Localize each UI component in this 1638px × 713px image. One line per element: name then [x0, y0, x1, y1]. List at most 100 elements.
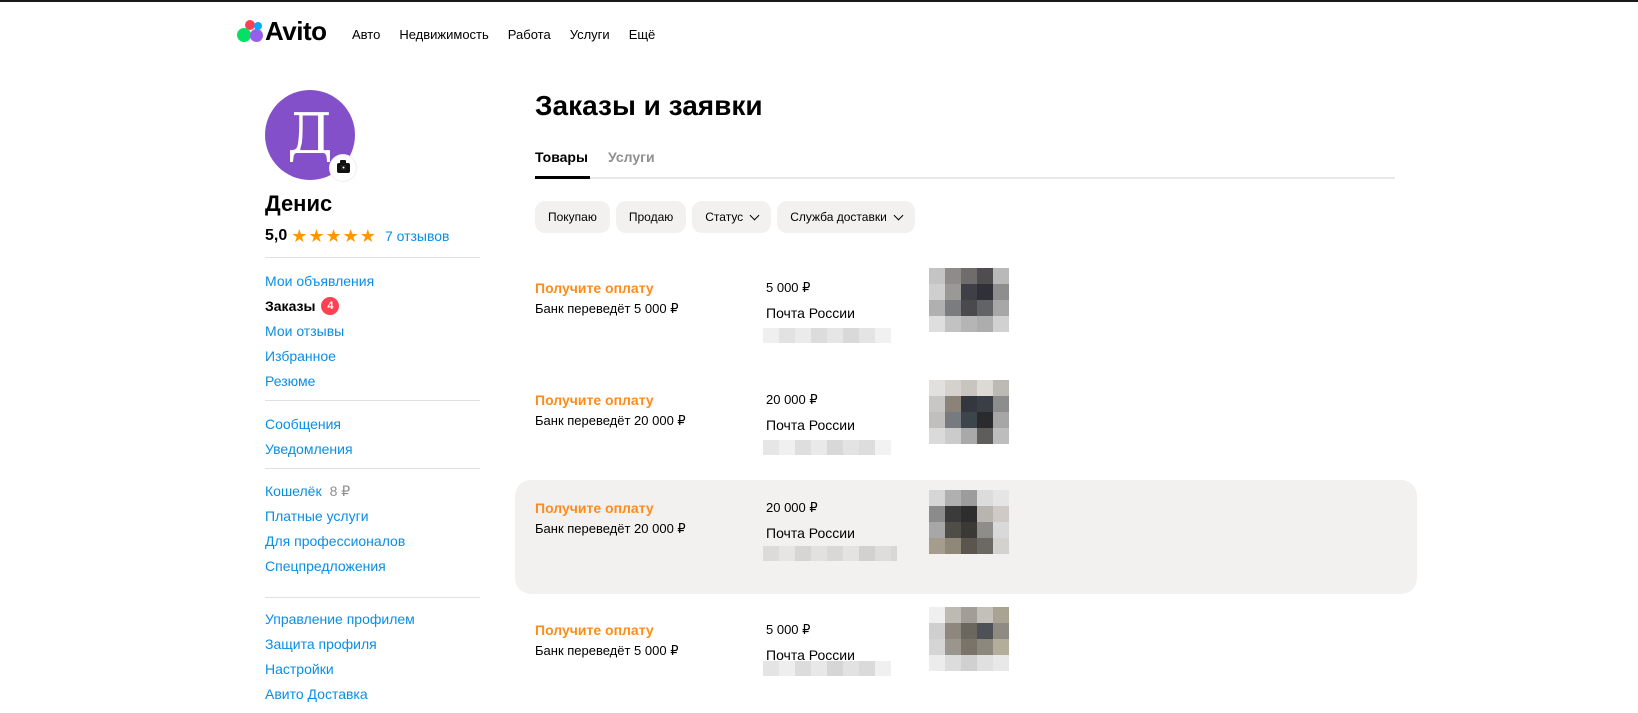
order-status: Получите оплату [535, 500, 654, 516]
order-tracking-redacted [763, 328, 891, 343]
sidebar-item-for-pros[interactable]: Для профессионалов [265, 528, 480, 553]
sidebar-divider [265, 400, 480, 401]
sidebar-item-orders[interactable]: Заказы 4 [265, 293, 480, 318]
sidebar-item-label: Сообщения [265, 415, 341, 432]
sidebar-item-label: Управление профилем [265, 610, 415, 627]
sidebar-item-label: Настройки [265, 660, 334, 677]
sidebar-divider [265, 257, 480, 258]
tabs: Товары Услуги [535, 149, 1395, 179]
sidebar-item-label: Заказы [265, 297, 316, 314]
profile-name: Денис [265, 191, 333, 216]
wallet-balance: 8 ₽ [329, 482, 351, 499]
sidebar-item-resume[interactable]: Резюме [265, 368, 480, 393]
sidebar-group-messages: Сообщения Уведомления [265, 411, 480, 461]
sidebar-item-profile-management[interactable]: Управление профилем [265, 606, 480, 631]
filter-label: Покупаю [548, 210, 597, 224]
order-payout: Банк переведёт 5 000 ₽ [535, 643, 679, 658]
sidebar-group-settings: Управление профилем Защита профиля Настр… [265, 606, 480, 706]
tab-services[interactable]: Услуги [608, 149, 655, 179]
reviews-link[interactable]: 7 отзывов [385, 228, 450, 244]
order-status: Получите оплату [535, 622, 654, 638]
order-thumbnail[interactable] [929, 607, 1009, 671]
nav-services[interactable]: Услуги [570, 26, 610, 44]
order-price: 5 000 ₽ [766, 622, 811, 637]
order-status: Получите оплату [535, 392, 654, 408]
sidebar-item-label: Для профессионалов [265, 532, 406, 549]
sidebar-item-label: Избранное [265, 347, 336, 364]
filter-buying[interactable]: Покупаю [535, 201, 610, 233]
order-tracking-redacted [763, 440, 891, 455]
order-payout: Банк переведёт 20 000 ₽ [535, 413, 686, 428]
sidebar-divider [265, 597, 480, 598]
sidebar-item-label: Уведомления [265, 440, 353, 457]
order-status: Получите оплату [535, 280, 654, 296]
order-payout: Банк переведёт 5 000 ₽ [535, 301, 679, 316]
avito-logo[interactable]: Avito [237, 18, 327, 44]
rating-value: 5,0 [265, 227, 288, 244]
filter-bar: Покупаю Продаю Статус Служба доставки [535, 201, 915, 233]
sidebar-item-favorites[interactable]: Избранное [265, 343, 480, 368]
filter-label: Служба доставки [790, 210, 887, 224]
sidebar-item-label: Мои объявления [265, 272, 375, 289]
order-card[interactable]: Получите оплату Банк переведёт 5 000 ₽ 5… [515, 268, 1417, 382]
order-thumbnail[interactable] [929, 268, 1009, 332]
top-border [0, 0, 1638, 2]
logo-text: Avito [265, 16, 327, 46]
profile-rating: 5,0 ★★★★★ 7 отзывов [265, 227, 450, 245]
top-nav: Авто Недвижимость Работа Услуги Ещё [352, 26, 674, 44]
order-card[interactable]: Получите оплату Банк переведёт 20 000 ₽ … [515, 380, 1417, 494]
tab-goods[interactable]: Товары [535, 149, 590, 179]
tab-label: Товары [535, 149, 588, 165]
logo-dots-icon [237, 18, 265, 44]
sidebar-divider [265, 468, 480, 469]
sidebar-group-finance: Кошелёк 8 ₽ Платные услуги Для профессио… [265, 478, 480, 578]
order-tracking-redacted [763, 546, 897, 561]
nav-jobs[interactable]: Работа [508, 26, 551, 44]
sidebar-item-label: Мои отзывы [265, 322, 345, 339]
sidebar-item-wallet[interactable]: Кошелёк 8 ₽ [265, 478, 480, 503]
sidebar-item-label: Авито Доставка [265, 685, 368, 702]
nav-more[interactable]: Ещё [629, 26, 656, 44]
order-card-selected[interactable]: Получите оплату Банк переведёт 20 000 ₽ … [515, 480, 1417, 594]
rating-stars-icon: ★★★★★ [291, 226, 377, 246]
chevron-down-icon [893, 210, 904, 220]
sidebar-item-settings[interactable]: Настройки [265, 656, 480, 681]
filter-label: Статус [705, 210, 744, 224]
sidebar-group-main: Мои объявления Заказы 4 Мои отзывы Избра… [265, 268, 480, 393]
sidebar-item-label: Спецпредложения [265, 557, 386, 574]
chevron-down-icon [749, 210, 760, 220]
sidebar-item-avito-delivery[interactable]: Авито Доставка [265, 681, 480, 706]
order-price: 20 000 ₽ [766, 500, 818, 515]
order-price: 5 000 ₽ [766, 280, 811, 295]
order-delivery: Почта России [766, 305, 855, 321]
filter-label: Продаю [628, 210, 674, 224]
sidebar-item-notifications[interactable]: Уведомления [265, 436, 480, 461]
sidebar-item-label: Кошелёк [265, 482, 322, 499]
sidebar-item-special-offers[interactable]: Спецпредложения [265, 553, 480, 578]
sidebar-item-messages[interactable]: Сообщения [265, 411, 480, 436]
sidebar-item-my-ads[interactable]: Мои объявления [265, 268, 480, 293]
order-thumbnail[interactable] [929, 380, 1009, 444]
orders-count-badge: 4 [321, 296, 340, 315]
camera-icon [336, 160, 350, 173]
filter-delivery-dropdown[interactable]: Служба доставки [777, 201, 915, 233]
sidebar-item-paid-services[interactable]: Платные услуги [265, 503, 480, 528]
order-price: 20 000 ₽ [766, 392, 818, 407]
nav-realty[interactable]: Недвижимость [399, 26, 488, 44]
order-delivery: Почта России [766, 525, 855, 541]
tab-label: Услуги [608, 149, 655, 165]
sidebar-item-label: Защита профиля [265, 635, 377, 652]
order-card[interactable]: Получите оплату Банк переведёт 5 000 ₽ 5… [515, 607, 1417, 713]
avatar-letter: Д [287, 102, 333, 167]
sidebar-item-label: Платные услуги [265, 507, 369, 524]
change-photo-button[interactable] [330, 155, 356, 181]
filter-status-dropdown[interactable]: Статус [692, 201, 772, 233]
sidebar-item-label: Резюме [265, 372, 316, 389]
sidebar-item-my-reviews[interactable]: Мои отзывы [265, 318, 480, 343]
sidebar-item-profile-protection[interactable]: Защита профиля [265, 631, 480, 656]
order-delivery: Почта России [766, 417, 855, 433]
order-thumbnail[interactable] [929, 490, 1009, 554]
order-tracking-redacted [763, 661, 891, 676]
nav-auto[interactable]: Авто [352, 26, 380, 44]
filter-selling[interactable]: Продаю [615, 201, 687, 233]
